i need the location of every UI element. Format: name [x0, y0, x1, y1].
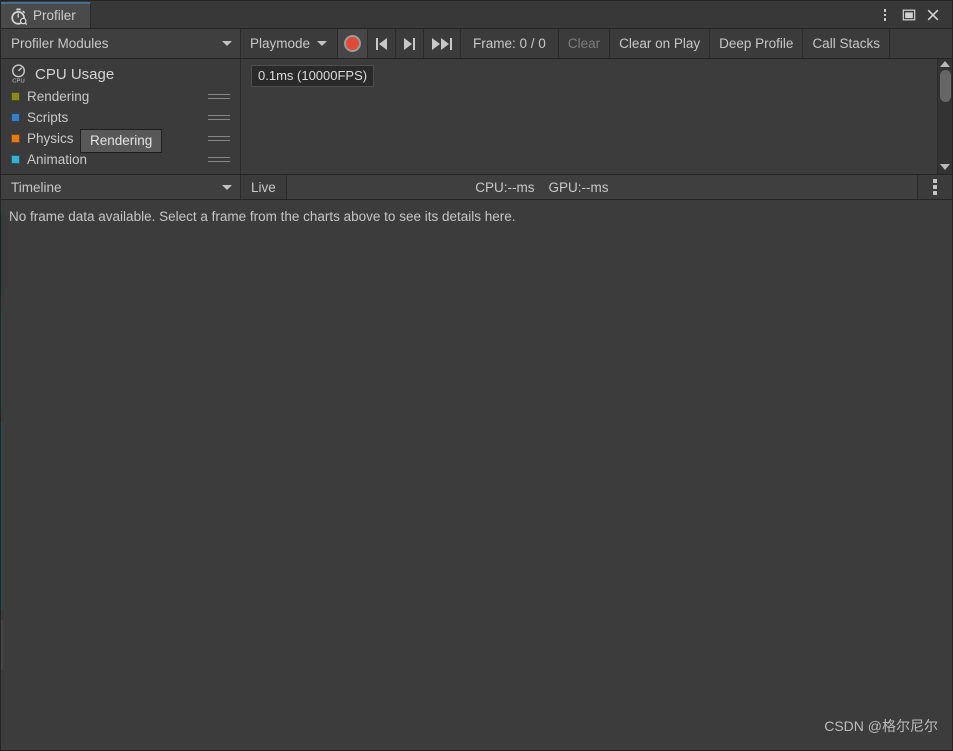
- view-type-label: Timeline: [11, 179, 62, 195]
- clear-label: Clear: [567, 36, 601, 51]
- playmode-dropdown[interactable]: Playmode: [241, 29, 339, 58]
- deep-profile-toggle[interactable]: Deep Profile: [710, 29, 804, 58]
- chevron-down-icon: [317, 41, 328, 46]
- frame-counter-label: Frame: 0 / 0: [473, 36, 546, 51]
- scroll-up-arrow-icon[interactable]: [940, 61, 950, 67]
- first-frame-button[interactable]: [368, 29, 397, 58]
- close-icon[interactable]: [922, 4, 944, 26]
- profiler-window: Profiler Profiler Modules Playmode Frame…: [0, 0, 953, 751]
- detail-options-button[interactable]: [917, 175, 952, 199]
- module-label: Scripts: [27, 110, 69, 125]
- module-label: Animation: [27, 152, 88, 167]
- detail-view-toolbar: Timeline Live CPU:--ms GPU:--ms: [1, 175, 952, 200]
- module-color-swatch: [11, 134, 20, 143]
- module-tooltip: Rendering: [80, 129, 163, 153]
- tab-profiler[interactable]: Profiler: [1, 2, 91, 28]
- previous-frame-icon: [404, 37, 416, 50]
- chevron-down-icon: [222, 184, 232, 190]
- first-frame-icon: [376, 37, 388, 50]
- frame-counter: Frame: 0 / 0: [461, 29, 559, 58]
- cpu-usage-chart[interactable]: 0.1ms (10000FPS): [241, 59, 937, 174]
- module-row-scripts[interactable]: Scripts: [1, 107, 240, 128]
- clear-button[interactable]: Clear: [559, 29, 611, 58]
- clear-on-play-label: Clear on Play: [619, 36, 701, 51]
- cpu-stat-label: CPU:--ms: [475, 179, 535, 195]
- module-color-swatch: [11, 113, 20, 122]
- empty-state-message: No frame data available. Select a frame …: [9, 209, 516, 224]
- drag-handle-icon[interactable]: [208, 157, 230, 162]
- module-header-cpu-usage[interactable]: CPU CPU Usage: [1, 59, 240, 86]
- stopwatch-icon: [10, 8, 28, 25]
- previous-frame-button[interactable]: [396, 29, 425, 58]
- detail-body: No frame data available. Select a frame …: [1, 200, 952, 748]
- kebab-menu-icon[interactable]: [874, 4, 896, 26]
- call-stacks-dropdown[interactable]: Call Stacks: [803, 29, 890, 58]
- window-title-bar: Profiler: [1, 1, 952, 29]
- module-list: CPU CPU Usage Rendering Scripts Physics: [1, 59, 241, 174]
- cpu-gpu-stats: CPU:--ms GPU:--ms: [286, 175, 917, 199]
- window-controls: [874, 2, 952, 28]
- charts-vertical-scrollbar[interactable]: [937, 59, 952, 174]
- left-edge-strip: [1, 200, 3, 748]
- drag-handle-icon[interactable]: [208, 136, 230, 141]
- record-button[interactable]: [338, 29, 369, 58]
- clear-on-play-toggle[interactable]: Clear on Play: [610, 29, 711, 58]
- scroll-down-arrow-icon[interactable]: [940, 164, 950, 170]
- call-stacks-label: Call Stacks: [812, 36, 880, 51]
- maximize-icon[interactable]: [898, 4, 920, 26]
- scrollbar-thumb[interactable]: [939, 70, 951, 102]
- view-type-dropdown[interactable]: Timeline: [1, 175, 241, 199]
- drag-handle-icon[interactable]: [208, 94, 230, 99]
- watermark: CSDN @格尔尼尔: [824, 718, 938, 734]
- live-label: Live: [251, 179, 276, 195]
- live-toggle[interactable]: Live: [241, 175, 287, 199]
- deep-profile-label: Deep Profile: [719, 36, 794, 51]
- playmode-label: Playmode: [250, 36, 311, 51]
- title-bar-spacer: [91, 2, 874, 28]
- chevron-down-icon: [222, 41, 232, 46]
- kebab-menu-icon: [933, 179, 937, 195]
- gpu-stat-label: GPU:--ms: [548, 179, 609, 195]
- module-header-label: CPU Usage: [35, 65, 115, 83]
- module-color-swatch: [11, 92, 20, 101]
- cpu-gauge-icon: CPU: [9, 64, 28, 85]
- record-icon: [344, 35, 362, 52]
- profiler-toolbar: Profiler Modules Playmode Frame: 0 / 0 C…: [1, 29, 952, 59]
- last-frame-icon: [432, 37, 453, 50]
- charts-area: CPU CPU Usage Rendering Scripts Physics: [1, 59, 952, 175]
- module-label: Rendering: [27, 89, 90, 104]
- module-color-swatch: [11, 155, 20, 164]
- drag-handle-icon[interactable]: [208, 115, 230, 120]
- module-row-rendering[interactable]: Rendering: [1, 86, 240, 107]
- profiler-modules-label: Profiler Modules: [11, 36, 109, 51]
- profiler-modules-dropdown[interactable]: Profiler Modules: [1, 29, 241, 58]
- tab-label: Profiler: [33, 7, 76, 23]
- kebab-dots: [883, 9, 887, 21]
- svg-text:CPU: CPU: [12, 79, 24, 84]
- chart-scale-label: 0.1ms (10000FPS): [251, 65, 375, 87]
- last-frame-button[interactable]: [424, 29, 462, 58]
